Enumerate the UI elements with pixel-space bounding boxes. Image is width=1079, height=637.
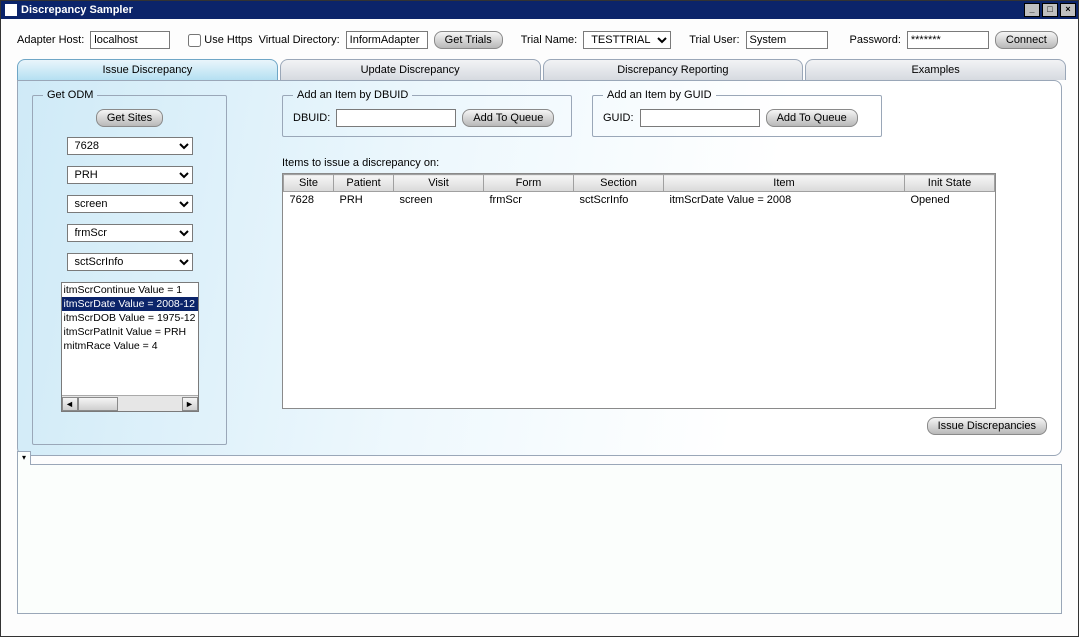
trial-user-input[interactable] xyxy=(746,31,828,49)
tab-update-discrepancy[interactable]: Update Discrepancy xyxy=(280,59,541,80)
queue-grid[interactable]: Site Patient Visit Form Section Item Ini… xyxy=(282,173,996,409)
cell-visit: screen xyxy=(394,192,484,209)
form-select[interactable]: frmScr xyxy=(67,224,193,242)
use-https-checkbox[interactable] xyxy=(188,34,201,47)
issue-discrepancies-button[interactable]: Issue Discrepancies xyxy=(927,417,1047,435)
dbuid-input[interactable] xyxy=(336,109,456,127)
use-https-label: Use Https xyxy=(204,34,252,46)
tab-examples[interactable]: Examples xyxy=(805,59,1066,80)
password-label: Password: xyxy=(850,34,901,46)
maximize-button[interactable]: □ xyxy=(1042,3,1058,17)
list-item[interactable]: mitmRace Value = 4 xyxy=(62,339,198,353)
cell-initstate: Opened xyxy=(905,192,995,209)
cell-site: 7628 xyxy=(284,192,334,209)
get-odm-group: Get ODM Get Sites 7628 PRH screen frmScr… xyxy=(32,89,227,445)
visit-select[interactable]: screen xyxy=(67,195,193,213)
list-item[interactable]: itmScrPatInit Value = PRH xyxy=(62,325,198,339)
window-title: Discrepancy Sampler xyxy=(21,4,1024,16)
titlebar: Discrepancy Sampler _ □ × xyxy=(1,1,1078,19)
tab-issue-discrepancy[interactable]: Issue Discrepancy xyxy=(17,59,278,80)
site-select[interactable]: 7628 xyxy=(67,137,193,155)
main-tabs: Issue Discrepancy Update Discrepancy Dis… xyxy=(11,59,1068,80)
add-dbuid-button[interactable]: Add To Queue xyxy=(462,109,554,127)
dbuid-label: DBUID: xyxy=(293,112,330,124)
add-by-dbuid-legend: Add an Item by DBUID xyxy=(293,89,412,101)
scroll-right-icon[interactable]: ► xyxy=(182,397,198,411)
list-item[interactable]: itmScrContinue Value = 1 xyxy=(62,283,198,297)
log-pane[interactable]: ▾ xyxy=(17,464,1062,614)
virtual-directory-input[interactable] xyxy=(346,31,428,49)
section-select[interactable]: sctScrInfo xyxy=(67,253,193,271)
guid-label: GUID: xyxy=(603,112,634,124)
scroll-left-icon[interactable]: ◄ xyxy=(62,397,78,411)
patient-select[interactable]: PRH xyxy=(67,166,193,184)
add-guid-button[interactable]: Add To Queue xyxy=(766,109,858,127)
items-listbox[interactable]: itmScrContinue Value = 1 itmScrDate Valu… xyxy=(61,282,199,412)
virtual-directory-label: Virtual Directory: xyxy=(259,34,340,46)
col-section[interactable]: Section xyxy=(574,175,664,192)
password-input[interactable] xyxy=(907,31,989,49)
col-item[interactable]: Item xyxy=(664,175,905,192)
table-row[interactable]: 7628 PRH screen frmScr sctScrInfo itmScr… xyxy=(284,192,995,209)
log-toggle-icon[interactable]: ▾ xyxy=(17,451,31,465)
trial-user-label: Trial User: xyxy=(689,34,739,46)
col-form[interactable]: Form xyxy=(484,175,574,192)
close-button[interactable]: × xyxy=(1060,3,1076,17)
connection-toolbar: Adapter Host: Use Https Virtual Director… xyxy=(11,27,1068,59)
adapter-host-label: Adapter Host: xyxy=(17,34,84,46)
col-visit[interactable]: Visit xyxy=(394,175,484,192)
grid-header-row: Site Patient Visit Form Section Item Ini… xyxy=(284,175,995,192)
col-patient[interactable]: Patient xyxy=(334,175,394,192)
get-sites-button[interactable]: Get Sites xyxy=(96,109,163,127)
adapter-host-input[interactable] xyxy=(90,31,170,49)
col-initstate[interactable]: Init State xyxy=(905,175,995,192)
add-by-guid-group: Add an Item by GUID GUID: Add To Queue xyxy=(592,89,882,137)
cell-item: itmScrDate Value = 2008 xyxy=(664,192,905,209)
minimize-button[interactable]: _ xyxy=(1024,3,1040,17)
add-by-guid-legend: Add an Item by GUID xyxy=(603,89,716,101)
cell-section: sctScrInfo xyxy=(574,192,664,209)
list-item[interactable]: itmScrDate Value = 2008-12 xyxy=(62,297,198,311)
list-item[interactable]: itmScrDOB Value = 1975-12 xyxy=(62,311,198,325)
app-icon xyxy=(5,4,17,16)
add-by-dbuid-group: Add an Item by DBUID DBUID: Add To Queue xyxy=(282,89,572,137)
get-odm-legend: Get ODM xyxy=(43,89,97,101)
cell-form: frmScr xyxy=(484,192,574,209)
col-site[interactable]: Site xyxy=(284,175,334,192)
listbox-hscroll[interactable]: ◄ ► xyxy=(62,395,198,411)
trial-name-select[interactable]: TESTTRIAL xyxy=(583,31,671,49)
get-trials-button[interactable]: Get Trials xyxy=(434,31,503,49)
trial-name-label: Trial Name: xyxy=(521,34,577,46)
connect-button[interactable]: Connect xyxy=(995,31,1058,49)
tab-body: Get ODM Get Sites 7628 PRH screen frmScr… xyxy=(17,80,1062,456)
queue-label: Items to issue a discrepancy on: xyxy=(282,157,1047,169)
guid-input[interactable] xyxy=(640,109,760,127)
cell-patient: PRH xyxy=(334,192,394,209)
tab-discrepancy-reporting[interactable]: Discrepancy Reporting xyxy=(543,59,804,80)
scroll-thumb[interactable] xyxy=(78,397,118,411)
